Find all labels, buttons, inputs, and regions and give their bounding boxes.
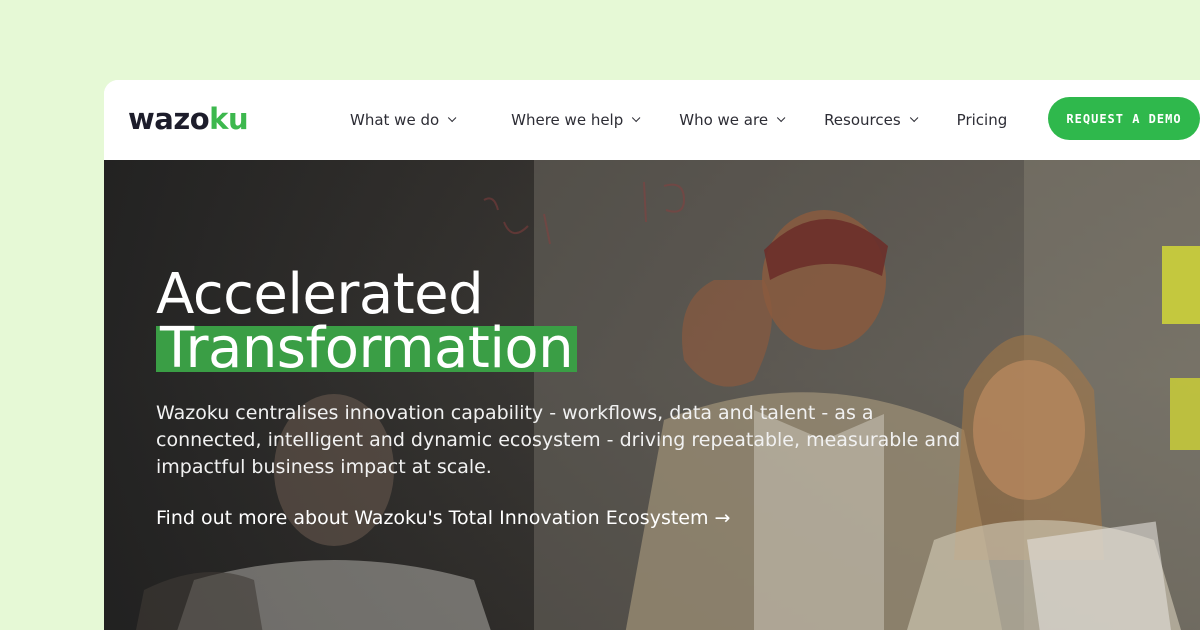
- nav-menu: What we do Where we help Who we are Reso…: [350, 80, 1007, 160]
- hero-headline-line2: Transformation: [156, 321, 578, 377]
- nav-item-label: Who we are: [679, 111, 769, 129]
- logo-text-accent: ku: [209, 102, 249, 136]
- chevron-down-icon: [776, 113, 786, 123]
- nav-item-label: Pricing: [956, 111, 1008, 129]
- nav-item-label: Resources: [824, 111, 901, 129]
- hero-section: Accelerated Transformation Wazoku centra…: [104, 160, 1200, 630]
- nav-item-label: Where we help: [511, 111, 624, 129]
- nav-item-where-we-help[interactable]: Where we help: [511, 111, 641, 129]
- hero-description: Wazoku centralises innovation capability…: [156, 402, 961, 478]
- nav-item-what-we-do[interactable]: What we do: [350, 111, 457, 129]
- request-demo-button[interactable]: REQUEST A DEMO: [1048, 97, 1200, 140]
- total-innovation-ecosystem-link[interactable]: Find out more about Wazoku's Total Innov…: [156, 507, 730, 529]
- logo-text-main: wazo: [128, 102, 210, 136]
- hero-content: Accelerated Transformation Wazoku centra…: [156, 264, 976, 529]
- chevron-down-icon: [448, 113, 457, 123]
- nav-item-pricing[interactable]: Pricing: [957, 111, 1008, 129]
- nav-item-resources[interactable]: Resources: [824, 111, 919, 129]
- nav-item-who-we-are[interactable]: Who we are: [679, 111, 786, 129]
- top-nav: wazoku What we do Where we help Who we a…: [104, 80, 1200, 160]
- nav-item-label: What we do: [350, 111, 440, 129]
- chevron-down-icon: [632, 113, 641, 123]
- chevron-down-icon: [909, 113, 919, 123]
- wazoku-logo[interactable]: wazoku: [128, 102, 249, 136]
- browser-window: wazoku What we do Where we help Who we a…: [104, 80, 1200, 630]
